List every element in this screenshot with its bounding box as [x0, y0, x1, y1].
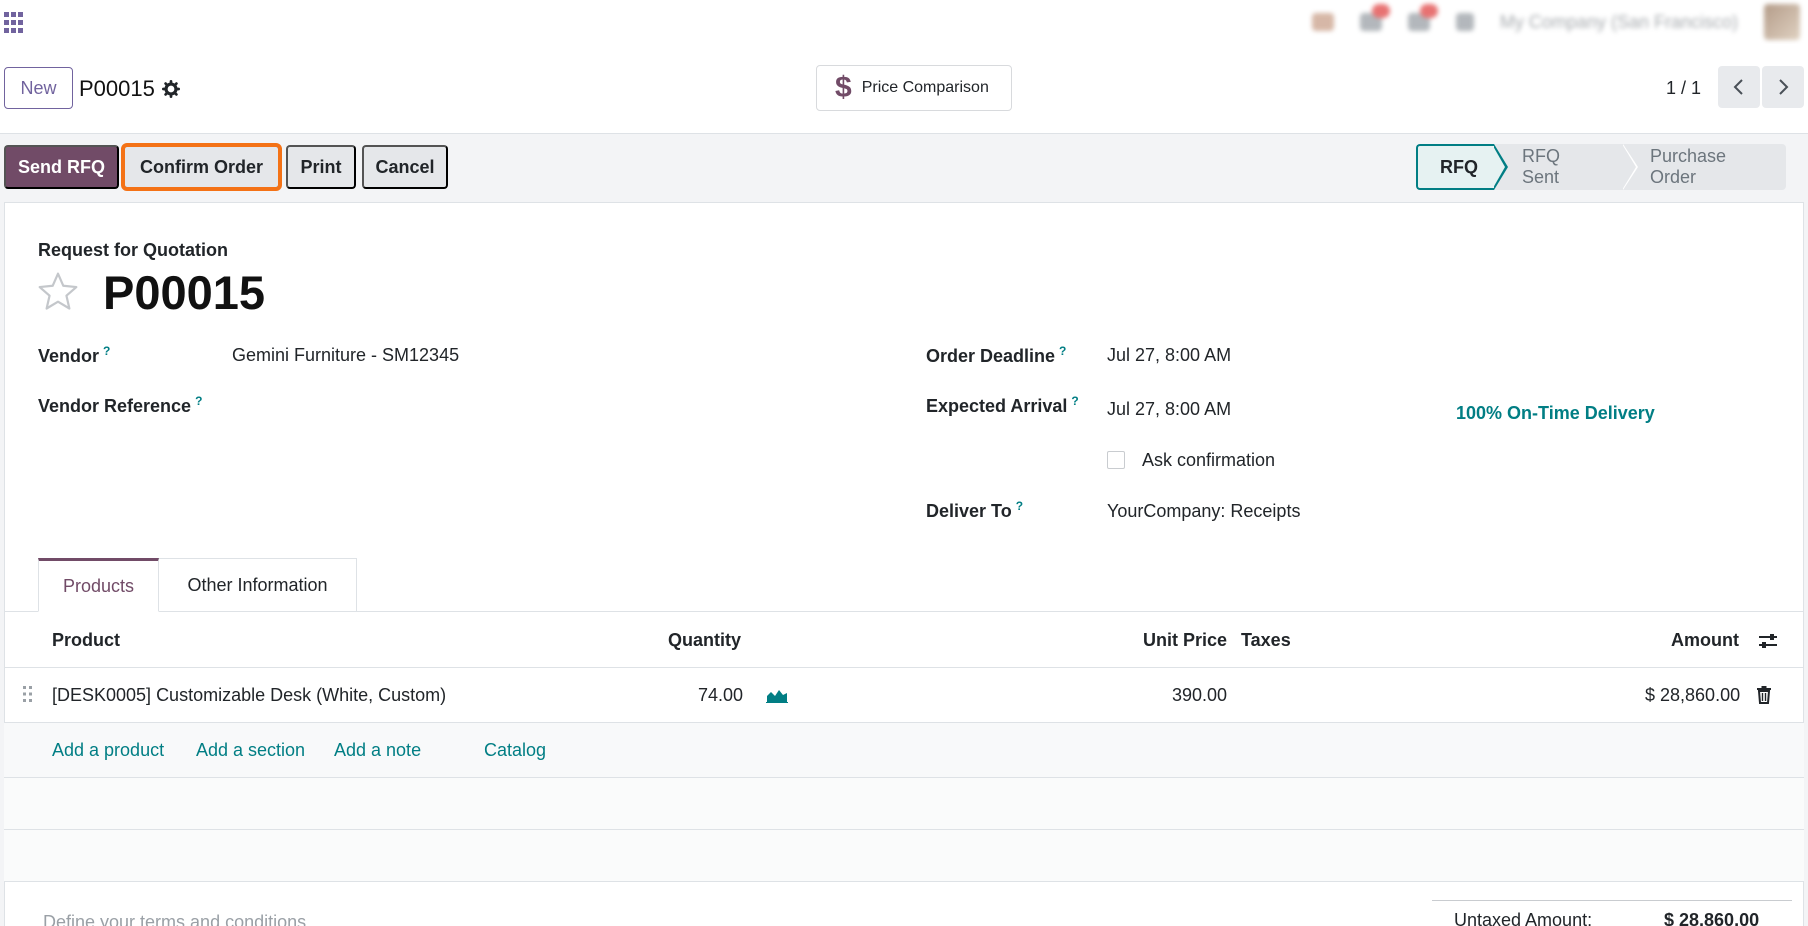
help-icon[interactable]: ?	[1016, 499, 1023, 513]
ask-confirmation-checkbox[interactable]	[1107, 451, 1125, 469]
breadcrumb-record-name: P00015	[79, 76, 155, 101]
user-avatar[interactable]	[1764, 4, 1800, 40]
star-icon[interactable]	[36, 270, 80, 314]
terms-conditions-field[interactable]: Define your terms and conditions ...	[43, 912, 326, 926]
add-note-link[interactable]: Add a note	[334, 740, 421, 761]
pager-previous-button[interactable]	[1718, 66, 1760, 108]
megaphone-icon[interactable]	[1359, 4, 1390, 31]
totals-divider	[1432, 900, 1792, 901]
table-cell-product[interactable]: [DESK0005] Customizable Desk (White, Cus…	[52, 685, 446, 706]
help-icon[interactable]: ?	[1059, 344, 1066, 358]
column-header-taxes[interactable]: Taxes	[1241, 630, 1291, 651]
status-bar: RFQ RFQ Sent Purchase Order	[1416, 144, 1786, 190]
activity-icon[interactable]	[1311, 13, 1334, 31]
table-row-border	[4, 881, 1804, 882]
status-step-rfq-sent[interactable]: RFQ Sent	[1494, 144, 1638, 190]
status-step-purchase-order[interactable]: Purchase Order	[1622, 144, 1786, 190]
untaxed-amount-label: Untaxed Amount:	[1454, 910, 1593, 926]
column-header-unit-price[interactable]: Unit Price	[1143, 630, 1227, 651]
vendor-label: Vendor?	[38, 344, 111, 366]
help-icon[interactable]: ?	[1071, 394, 1078, 408]
add-section-link[interactable]: Add a section	[196, 740, 305, 761]
send-rfq-button[interactable]: Send RFQ	[4, 145, 119, 189]
new-button[interactable]: New	[4, 67, 73, 109]
vendor-field[interactable]: Gemini Furniture - SM12345	[232, 345, 459, 366]
gear-icon[interactable]	[162, 80, 180, 98]
company-switcher[interactable]: My Company (San Francisco)	[1500, 12, 1738, 33]
price-comparison-button[interactable]: $ Price Comparison	[816, 65, 1012, 111]
expected-arrival-label: Expected Arrival?	[926, 394, 1079, 416]
empty-table-row	[4, 830, 1804, 882]
add-product-link[interactable]: Add a product	[52, 740, 164, 761]
price-comparison-label: Price Comparison	[861, 79, 989, 96]
record-title: P00015	[103, 266, 266, 319]
ask-confirmation-label: Ask confirmation	[1142, 450, 1276, 470]
optional-columns-icon[interactable]	[1758, 632, 1778, 650]
tools-icon[interactable]	[1455, 13, 1474, 31]
table-cell-quantity[interactable]: 74.00	[698, 685, 743, 706]
empty-table-row	[4, 778, 1804, 830]
table-cell-amount: $ 28,860.00	[1645, 685, 1741, 705]
tab-other-information[interactable]: Other Information	[159, 558, 357, 612]
catalog-link[interactable]: Catalog	[484, 740, 546, 761]
drag-handle-icon[interactable]	[22, 684, 34, 704]
apps-menu-icon[interactable]	[4, 12, 26, 34]
help-icon[interactable]: ?	[103, 344, 110, 358]
systray: My Company (San Francisco)	[1311, 0, 1808, 44]
trash-icon[interactable]	[1756, 686, 1772, 704]
table-header-border	[4, 667, 1804, 668]
area-chart-icon[interactable]	[766, 687, 788, 703]
print-button[interactable]: Print	[286, 145, 356, 189]
untaxed-amount-value: $ 28,860.00	[1664, 910, 1760, 926]
deliver-to-label: Deliver To?	[926, 499, 1024, 521]
column-header-quantity[interactable]: Quantity	[668, 630, 741, 651]
chevron-right-icon	[1779, 79, 1789, 95]
column-header-product[interactable]: Product	[52, 630, 120, 651]
order-deadline-field[interactable]: Jul 27, 8:00 AM	[1107, 345, 1231, 366]
form-subtitle: Request for Quotation	[38, 240, 228, 260]
confirm-order-button[interactable]: Confirm Order	[121, 143, 282, 191]
table-cell-unit-price[interactable]: 390.00	[1172, 685, 1227, 706]
vendor-reference-label: Vendor Reference?	[38, 394, 203, 416]
pager-value[interactable]: 1 / 1	[1666, 78, 1701, 99]
status-step-rfq[interactable]: RFQ	[1416, 144, 1508, 190]
dollar-icon: $	[835, 71, 852, 104]
tab-products[interactable]: Products	[38, 558, 159, 612]
order-deadline-label: Order Deadline?	[926, 344, 1067, 366]
chevron-left-icon	[1733, 79, 1743, 95]
pager-next-button[interactable]	[1762, 66, 1804, 108]
deliver-to-field[interactable]: YourCompany: Receipts	[1107, 501, 1300, 522]
expected-arrival-field[interactable]: Jul 27, 8:00 AM	[1107, 399, 1231, 420]
on-time-delivery-link[interactable]: 100% On-Time Delivery	[1456, 403, 1655, 424]
chat-icon[interactable]	[1407, 4, 1438, 31]
help-icon[interactable]: ?	[195, 394, 202, 408]
vendor-reference-field[interactable]	[232, 392, 792, 418]
cancel-button[interactable]: Cancel	[362, 145, 448, 189]
column-header-amount[interactable]: Amount	[1671, 630, 1739, 651]
